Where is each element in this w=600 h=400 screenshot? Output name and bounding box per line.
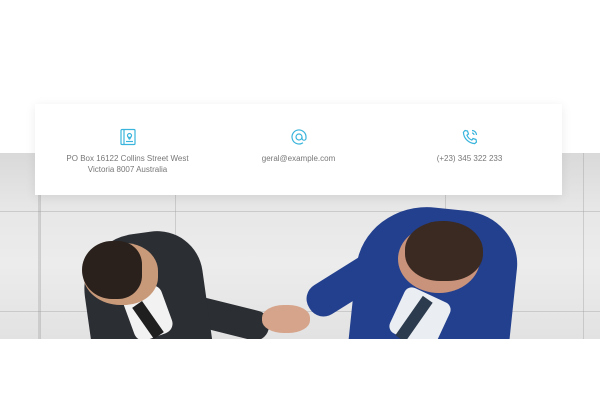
phone-icon [460, 127, 480, 147]
email-text[interactable]: geral@example.com [211, 153, 386, 164]
phone-link[interactable]: (+23) 345 322 233 [382, 153, 557, 164]
at-sign-icon [289, 127, 309, 147]
address-text: PO Box 16122 Collins Street West Victori… [40, 153, 215, 175]
floor-tile-line [0, 211, 600, 212]
map-book-icon [118, 127, 138, 147]
floor-tile-line [583, 153, 584, 339]
left-businessman-hair [82, 241, 142, 299]
email-block: geral@example.com [211, 104, 386, 195]
phone-text[interactable]: (+23) 345 322 233 [382, 153, 557, 164]
address-line-1: PO Box 16122 Collins Street West [66, 154, 189, 163]
contact-info-card: PO Box 16122 Collins Street West Victori… [35, 104, 562, 195]
phone-block: (+23) 345 322 233 [382, 104, 557, 195]
address-block: PO Box 16122 Collins Street West Victori… [40, 104, 215, 195]
address-line-2: Victoria 8007 Australia [87, 165, 168, 174]
right-businessman-hair [405, 221, 483, 281]
handshake-hands [262, 305, 310, 333]
email-link[interactable]: geral@example.com [211, 153, 386, 164]
